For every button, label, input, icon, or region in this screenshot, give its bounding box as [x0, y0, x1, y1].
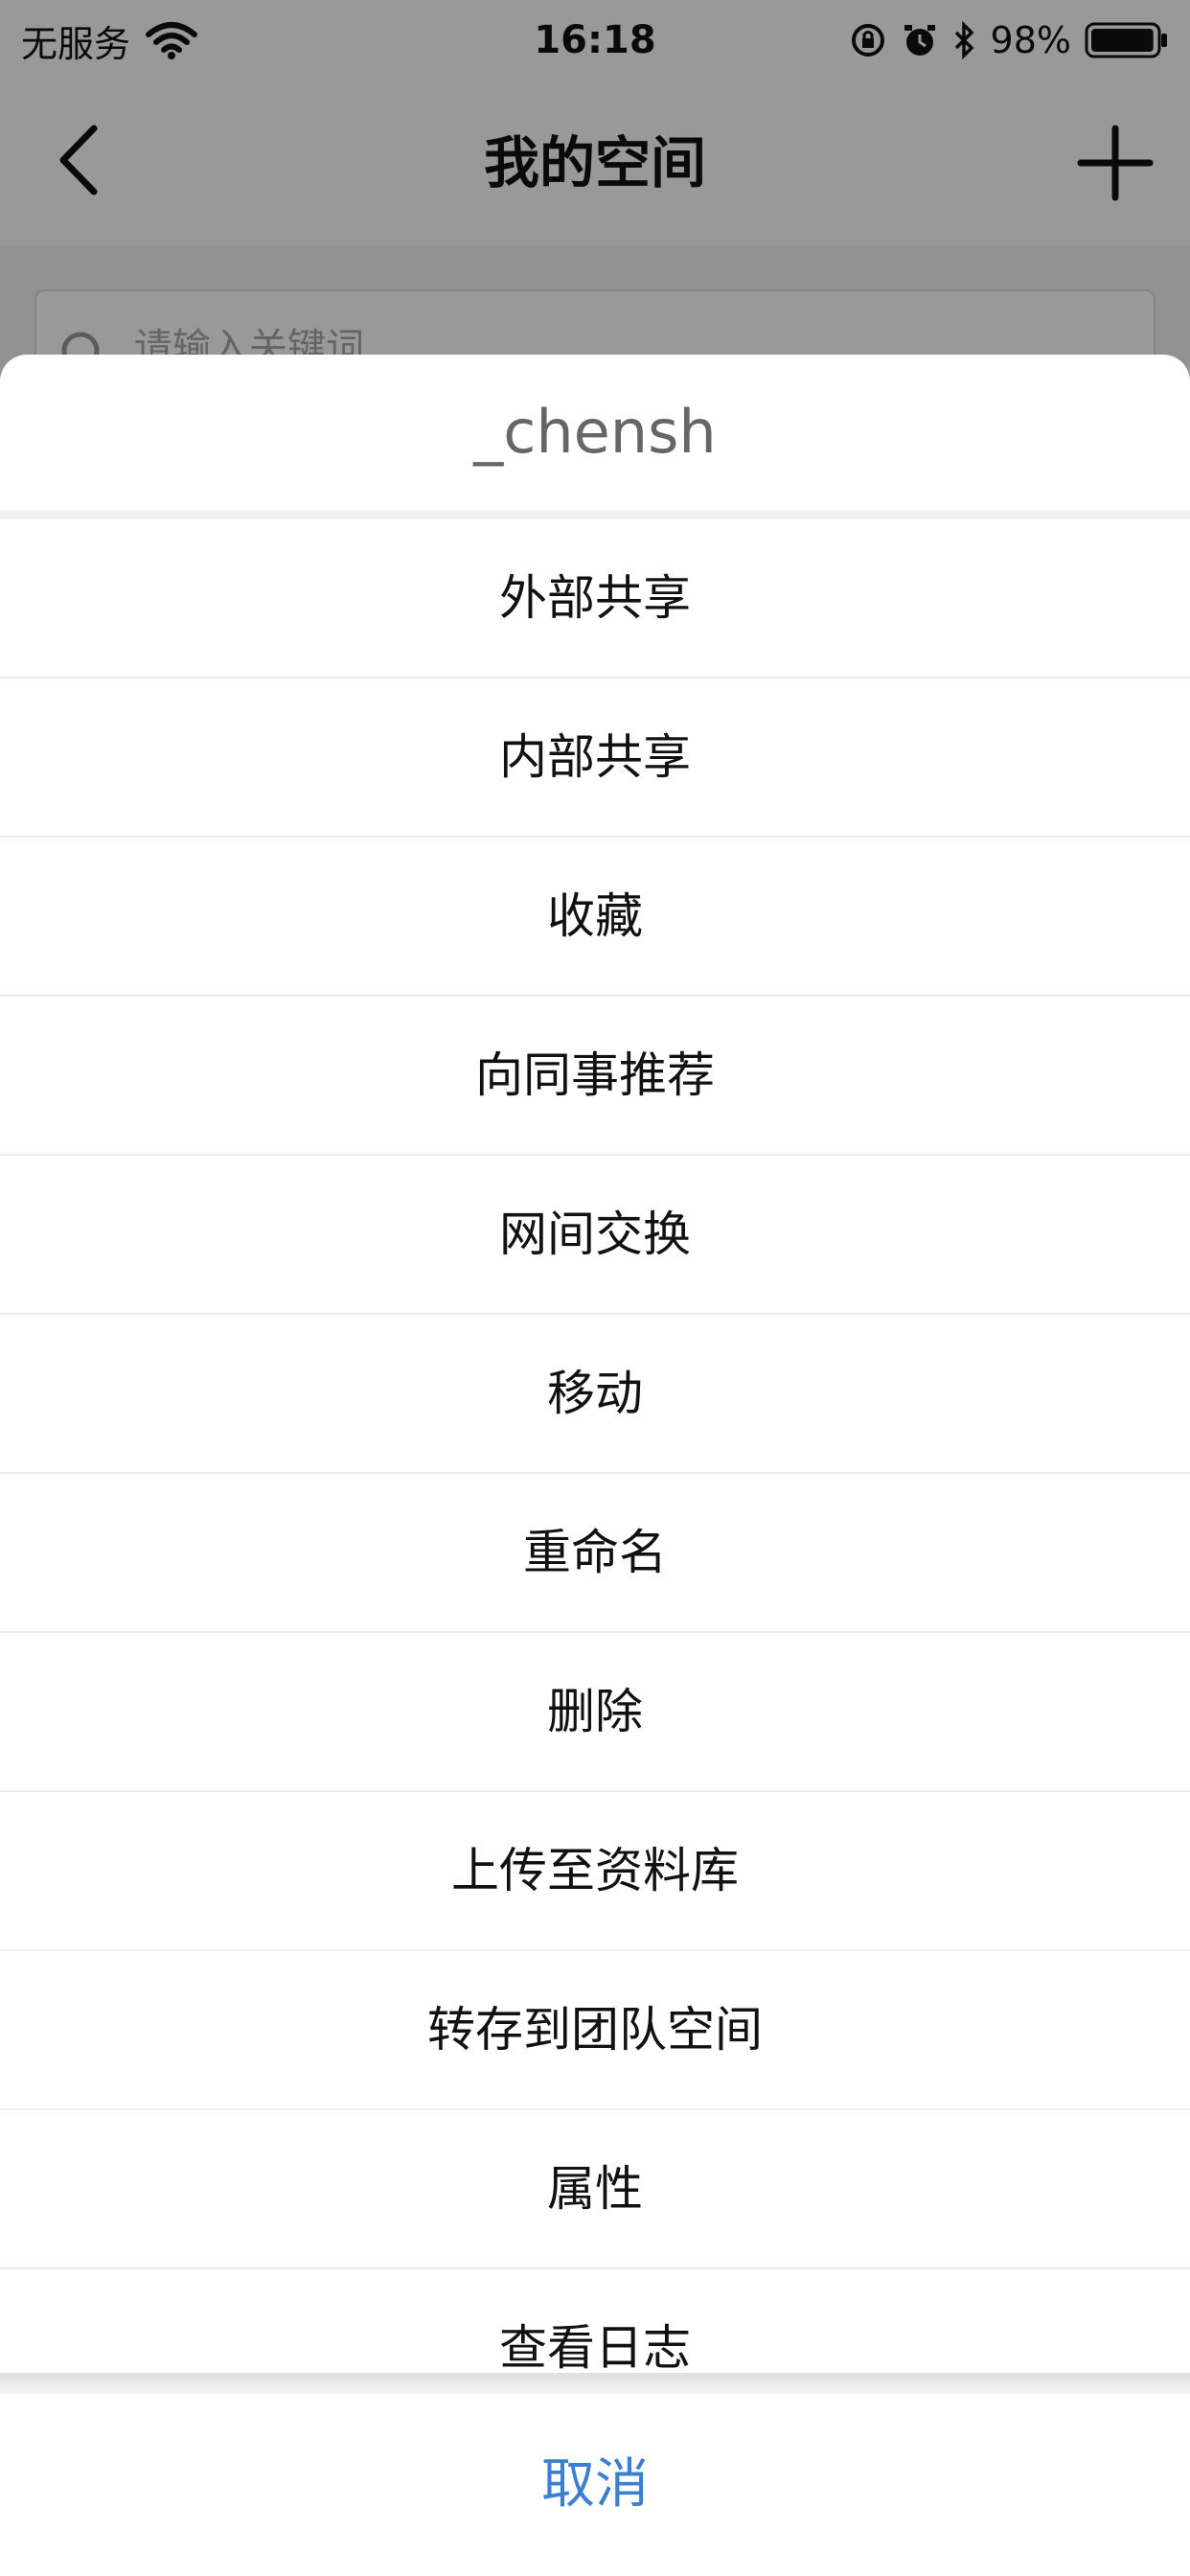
action-rename[interactable]: 重命名	[0, 1474, 1190, 1633]
action-properties[interactable]: 属性	[0, 2110, 1190, 2269]
action-sheet-title: _chensh	[0, 355, 1190, 519]
action-upload-to-library[interactable]: 上传至资料库	[0, 1792, 1190, 1951]
action-external-share[interactable]: 外部共享	[0, 519, 1190, 678]
action-sheet: _chensh 外部共享 内部共享 收藏 向同事推荐 网间交换 移动 重命名 删…	[0, 355, 1190, 2576]
action-sheet-divider	[0, 2373, 1190, 2394]
cancel-button[interactable]: 取消	[0, 2394, 1190, 2576]
action-network-exchange[interactable]: 网间交换	[0, 1156, 1190, 1315]
action-sheet-list: 外部共享 内部共享 收藏 向同事推荐 网间交换 移动 重命名 删除 上传至资料库…	[0, 519, 1190, 2426]
action-move[interactable]: 移动	[0, 1315, 1190, 1474]
action-internal-share[interactable]: 内部共享	[0, 678, 1190, 838]
action-delete[interactable]: 删除	[0, 1633, 1190, 1792]
action-recommend-colleague[interactable]: 向同事推荐	[0, 997, 1190, 1156]
action-favorite[interactable]: 收藏	[0, 838, 1190, 997]
action-save-to-team-space[interactable]: 转存到团队空间	[0, 1951, 1190, 2110]
